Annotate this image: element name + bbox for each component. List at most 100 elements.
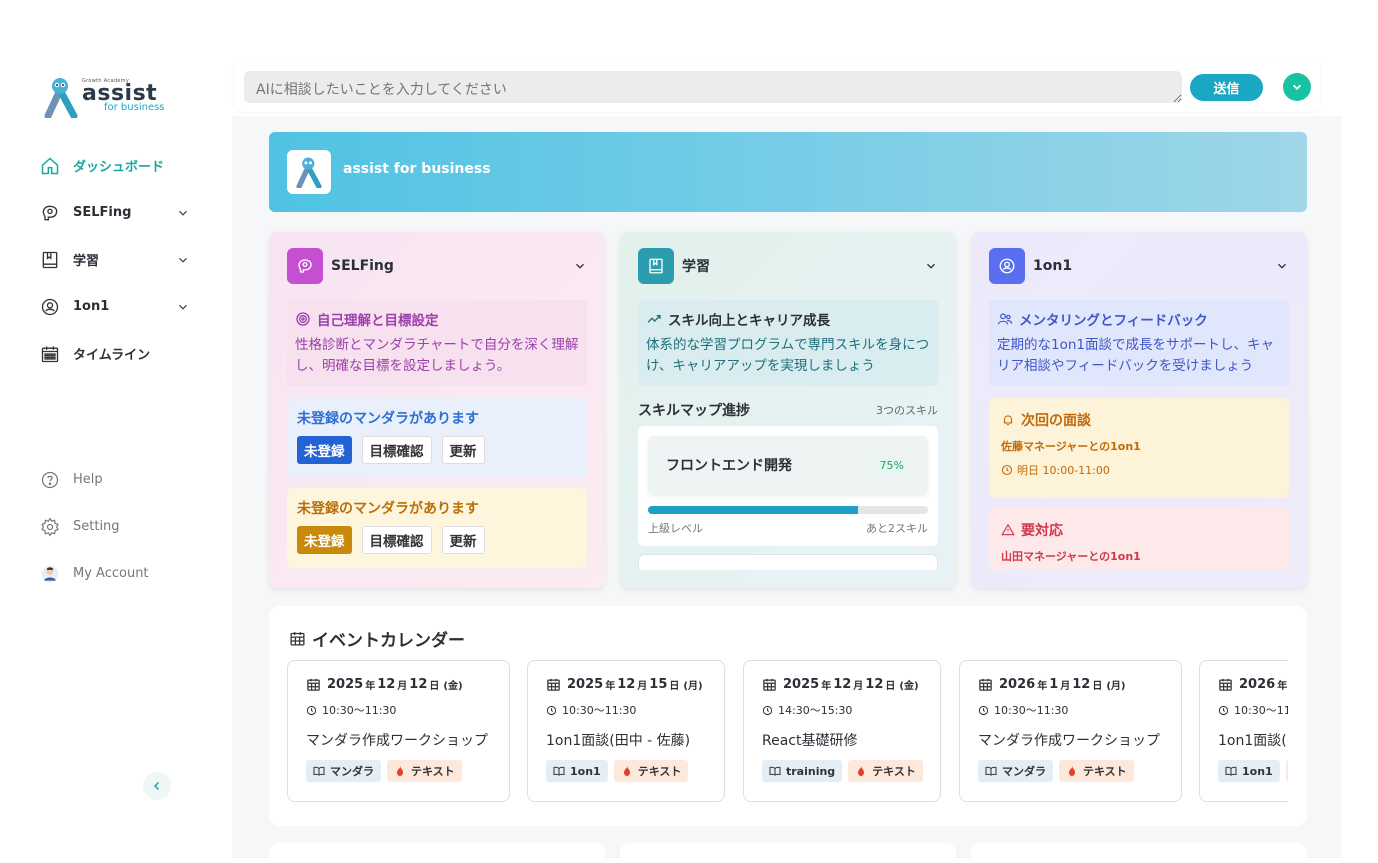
sidebar-item-setting[interactable]: Setting	[40, 503, 190, 550]
update-button[interactable]: 更新	[441, 436, 485, 464]
goal-check-button[interactable]: 目標確認	[361, 436, 432, 464]
open-book-icon	[1225, 766, 1237, 776]
sidebar-item-my-account[interactable]: My Account	[40, 550, 190, 597]
skill-level: 上級レベル	[648, 522, 703, 535]
skill-progress-card-next[interactable]	[638, 554, 938, 570]
event-date: 2025 年 12 月 15 日 (月)	[546, 677, 706, 692]
skill-progress-card[interactable]: フロントエンド開発 75% 上級レベル あと2スキル	[638, 426, 938, 546]
sidebar-item-timeline[interactable]: タイムライン	[40, 330, 190, 377]
intro-title: メンタリングとフィードバック	[1019, 313, 1208, 329]
event-title: マンダラ作成ワークショップ	[978, 733, 1160, 749]
event-day-unit: 日	[1092, 681, 1103, 692]
action-required-card[interactable]: 要対応 山田マネージャーとの1on1	[989, 508, 1289, 570]
tag-label: 1on1	[1242, 764, 1273, 778]
next-meeting-person: 佐藤マネージャーとの1on1	[1001, 440, 1141, 453]
send-button[interactable]: 送信	[1190, 74, 1263, 101]
event-card[interactable]: 2025 年 12 月 15 日 (月) 10:30～11:30 1on1面談(田中 - 佐藤)…	[527, 660, 725, 802]
skill-name: フロントエンド開発	[666, 458, 792, 474]
chevron-down-icon[interactable]	[176, 300, 190, 314]
sidebar-item-dashboard[interactable]: ダッシュボード	[40, 142, 190, 189]
action-required-title: 要対応	[1021, 523, 1063, 539]
tag-label: テキスト	[637, 765, 682, 778]
sidebar-collapse-button[interactable]	[143, 772, 171, 800]
tag-label: テキスト	[411, 765, 455, 778]
logo-mascot-icon	[44, 76, 78, 120]
learning-card: 学習 スキル向上とキャリア成長 体系的な学習プログラムで専門スキルを身につけ、キ…	[620, 232, 956, 588]
warning-icon	[1001, 523, 1015, 536]
event-year-unit: 年	[365, 681, 376, 692]
ai-chat-input[interactable]	[244, 71, 1182, 103]
selfing-card-header[interactable]: SELFing	[287, 248, 587, 284]
sidebar-item-label: タイムライン	[73, 348, 151, 363]
clock-icon	[1218, 705, 1229, 715]
learning-card-header[interactable]: 学習	[638, 248, 938, 284]
tag-label: マンダラ	[1002, 765, 1046, 778]
event-tag-category: マンダラ	[306, 760, 381, 782]
skill-item[interactable]: フロントエンド開発 75%	[648, 436, 928, 494]
mandala-notice-title: 未登録のマンダラがあります	[297, 501, 479, 517]
sidebar-item-help[interactable]: Help	[40, 456, 190, 503]
card-title: 学習	[682, 259, 710, 275]
sidebar-bottom-nav: Help Setting My Account	[40, 456, 190, 597]
sidebar-item-label: SELFing	[73, 205, 132, 220]
bell-icon	[1003, 415, 1013, 426]
event-day-unit: 日	[885, 681, 896, 692]
sidebar-item-1on1[interactable]: 1on1	[40, 283, 190, 330]
next-meeting-title: 次回の面談	[1021, 413, 1091, 429]
event-year: 2025	[327, 677, 364, 692]
goal-check-button[interactable]: 目標確認	[361, 526, 432, 554]
action-required-person: 山田マネージャーとの1on1	[1001, 550, 1141, 563]
tag-label: テキスト	[1083, 765, 1127, 778]
clock-icon	[978, 705, 989, 715]
open-book-icon	[313, 766, 325, 776]
event-date: 2025 年 12 月 12 日 (金)	[762, 677, 922, 692]
app-logo[interactable]: Growth Academy assist for business	[44, 76, 165, 120]
help-icon	[41, 471, 59, 488]
event-weekday: (月)	[1106, 681, 1126, 692]
event-year-unit: 年	[1277, 681, 1288, 692]
event-year: 2026	[999, 677, 1036, 692]
tag-label: テキスト	[872, 765, 916, 778]
ai-chat-bar: 送信	[234, 60, 1320, 112]
unregistered-button[interactable]: 未登録	[297, 436, 352, 464]
flame-icon	[858, 766, 865, 776]
event-card[interactable]: 2025 年 12 月 12 日 (金) 10:30～11:30 マンダラ作成ワークショップ マン…	[287, 660, 510, 802]
card-title: 1on1	[1033, 258, 1073, 274]
skill-progress-bar	[648, 506, 928, 514]
chevron-down-icon[interactable]	[176, 206, 190, 220]
event-tag-category: training	[762, 760, 843, 782]
oneonone-card-header[interactable]: 1on1	[989, 248, 1289, 284]
chevron-down-icon[interactable]	[1275, 259, 1289, 273]
event-tag-text: テキスト	[1059, 760, 1134, 782]
event-tag-text: テキスト	[848, 760, 923, 782]
sidebar-item-selfing[interactable]: SELFing	[40, 189, 190, 236]
event-day: 12	[1072, 677, 1091, 692]
chevron-down-icon[interactable]	[924, 259, 938, 273]
event-month: 12	[617, 677, 636, 692]
intro-description: 性格診断とマンダラチャートで自分を深く理解し、明確な目標を設定しましょう。	[295, 337, 579, 374]
next-meeting-card[interactable]: 次回の面談 佐藤マネージャーとの1on1 明日 10:00-11:00	[989, 398, 1289, 498]
event-card[interactable]: 2025 年 12 月 12 日 (金) 14:30～15:30 React基礎研修 traini…	[743, 660, 941, 802]
user-menu-button[interactable]	[1283, 73, 1311, 101]
open-book-icon	[769, 766, 781, 776]
update-button[interactable]: 更新	[441, 526, 485, 554]
sidebar-item-label: Help	[73, 472, 103, 487]
gear-icon	[41, 517, 59, 536]
person-icon	[41, 298, 59, 315]
event-card[interactable]: 2026 年 1 月 12 日 (月) 10:30～11:30 マンダラ作成ワークショップ マンダ…	[959, 660, 1182, 802]
intro-title: スキル向上とキャリア成長	[668, 313, 830, 329]
logo-sub-text: for business	[104, 102, 165, 113]
event-card[interactable]: 2026年1月12日(月) 10:30～11:30 1on1面談(田中 - 佐藤) 1…	[1199, 660, 1288, 802]
calendar-icon	[1219, 678, 1232, 691]
chevron-down-icon[interactable]	[176, 253, 190, 267]
event-time: 10:30～11:30	[978, 702, 1163, 718]
sidebar: Growth Academy assist for business ダッシュボ…	[0, 0, 232, 858]
welcome-banner: assist for business	[269, 132, 1307, 212]
event-title: 1on1面談(田中 - 佐藤)	[546, 733, 691, 749]
chevron-down-icon[interactable]	[573, 259, 587, 273]
event-time: 14:30～15:30	[762, 702, 922, 718]
sidebar-item-learning[interactable]: 学習	[40, 236, 190, 283]
unregistered-button[interactable]: 未登録	[297, 526, 352, 554]
event-month-unit: 月	[1060, 681, 1071, 692]
person-icon	[989, 248, 1025, 284]
